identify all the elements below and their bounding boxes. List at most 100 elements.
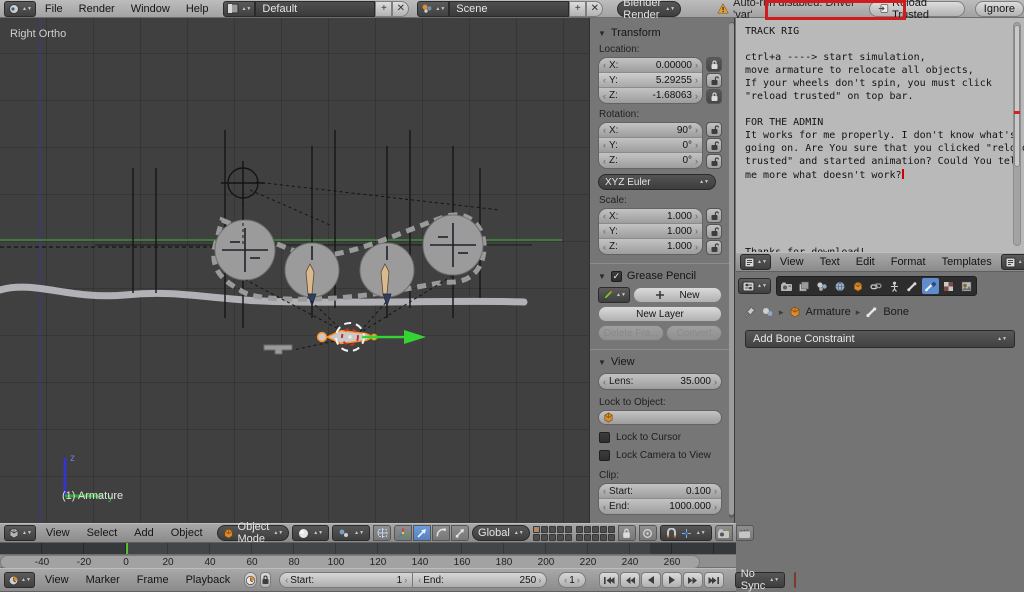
grease-pencil-panel-header[interactable]: ▼ ✓ Grease Pencil bbox=[598, 270, 722, 282]
ignore-button[interactable]: Ignore bbox=[975, 1, 1024, 17]
text-line[interactable] bbox=[745, 234, 1024, 247]
scale-z-field[interactable]: ‹Z:1.000› bbox=[599, 239, 702, 254]
layer-grid-right[interactable] bbox=[576, 526, 615, 541]
add-bone-constraint-dropdown[interactable]: Add Bone Constraint ▲▼ bbox=[745, 330, 1015, 348]
render-animation-button[interactable] bbox=[736, 525, 754, 541]
tl-menu-view[interactable]: View bbox=[38, 571, 76, 589]
layer-grid-left[interactable] bbox=[533, 526, 572, 541]
lock-camera-checkbox[interactable] bbox=[599, 450, 610, 461]
tab-render-layers[interactable] bbox=[796, 278, 813, 294]
render-still-button[interactable] bbox=[715, 525, 733, 541]
preview-range-button[interactable] bbox=[244, 572, 257, 588]
tab-constraints[interactable] bbox=[868, 278, 885, 294]
lock-location-z-button[interactable] bbox=[706, 89, 722, 104]
lock-to-cursor-row[interactable]: Lock to Cursor bbox=[599, 432, 722, 443]
scale-manipulator-button[interactable] bbox=[451, 525, 469, 541]
location-z-field[interactable]: ‹Z:-1.68063› bbox=[599, 88, 702, 103]
text-line[interactable]: me more what doesn't work? bbox=[745, 169, 1024, 182]
text-line[interactable]: TRACK RIG bbox=[745, 26, 1024, 39]
scene-datablock-icon[interactable] bbox=[761, 306, 774, 318]
lock-rotation-z-button[interactable] bbox=[706, 154, 722, 169]
text-line[interactable]: trusted" and started animation? Could Yo… bbox=[745, 156, 1024, 169]
tab-world[interactable] bbox=[832, 278, 849, 294]
scale-x-field[interactable]: ‹X:1.000› bbox=[599, 209, 702, 224]
add-scene-button[interactable]: + bbox=[569, 1, 586, 17]
jump-to-end-button[interactable] bbox=[704, 572, 724, 588]
reload-trusted-button[interactable]: Reload Trusted bbox=[869, 1, 965, 17]
scene-lock-button[interactable] bbox=[618, 525, 636, 541]
record-button[interactable] bbox=[794, 572, 796, 588]
viewport-3d[interactable]: z y Right Ortho (1) Armature bbox=[0, 18, 590, 523]
editor-type-3dview-button[interactable]: ▲▼ bbox=[4, 525, 36, 541]
close-screen-layout-button[interactable]: ✕ bbox=[392, 1, 409, 17]
frame-start-field[interactable]: ‹Start: 1› bbox=[279, 572, 413, 588]
editor-type-info-button[interactable]: ▲▼ bbox=[4, 1, 36, 17]
rotate-manipulator-button[interactable] bbox=[432, 525, 450, 541]
jump-to-start-button[interactable] bbox=[599, 572, 619, 588]
manipulator-tripod-button[interactable] bbox=[394, 525, 412, 541]
prev-keyframe-button[interactable] bbox=[620, 572, 640, 588]
location-x-field[interactable]: ‹X:0.00000› bbox=[599, 58, 702, 73]
grease-pencil-checkbox[interactable]: ✓ bbox=[611, 271, 622, 282]
interaction-mode-dropdown[interactable]: Object Mode ▲▼ bbox=[217, 525, 290, 541]
tab-bone[interactable] bbox=[904, 278, 921, 294]
grease-pencil-draw-dropdown[interactable]: ▲▼ bbox=[598, 287, 630, 303]
sync-mode-dropdown[interactable]: No Sync ▲▼ bbox=[735, 572, 785, 588]
lock-rotation-y-button[interactable] bbox=[706, 138, 722, 153]
tab-bone-constraint[interactable] bbox=[922, 278, 939, 294]
text-line[interactable]: going on. Are You sure that you clicked … bbox=[745, 143, 1024, 156]
text-menu-text[interactable]: Text bbox=[813, 253, 847, 271]
scrollbar-thumb[interactable] bbox=[1014, 25, 1020, 167]
text-line[interactable]: ctrl+a ----> start simulation, bbox=[745, 52, 1024, 65]
text-datablock-browse-button[interactable]: ▲▼ bbox=[1001, 254, 1024, 270]
close-scene-button[interactable]: ✕ bbox=[586, 1, 603, 17]
tab-object[interactable] bbox=[850, 278, 867, 294]
tab-material[interactable] bbox=[940, 278, 957, 294]
scale-y-field[interactable]: ‹Y:1.000› bbox=[599, 224, 702, 239]
breadcrumb-bone[interactable]: Bone bbox=[883, 306, 909, 318]
tab-render[interactable] bbox=[778, 278, 795, 294]
clip-start-field[interactable]: ‹Start:0.100› bbox=[599, 484, 721, 499]
transform-orientation-dropdown[interactable]: Global ▲▼ bbox=[472, 525, 530, 541]
text-line[interactable] bbox=[745, 39, 1024, 52]
screen-layout-name-field[interactable]: Default bbox=[255, 1, 375, 17]
lock-scale-y-button[interactable] bbox=[706, 224, 722, 239]
text-menu-edit[interactable]: Edit bbox=[849, 253, 882, 271]
timeline-track-area[interactable] bbox=[0, 543, 736, 554]
tab-object-data[interactable] bbox=[886, 278, 903, 294]
breadcrumb-object[interactable]: Armature bbox=[806, 306, 851, 318]
text-editor-content[interactable]: TRACK RIG ctrl+a ----> start simulation,… bbox=[745, 26, 1024, 252]
text-line[interactable] bbox=[745, 221, 1024, 234]
scrollbar-thumb[interactable] bbox=[729, 23, 734, 515]
tab-texture[interactable] bbox=[958, 278, 975, 294]
next-keyframe-button[interactable] bbox=[683, 572, 703, 588]
lock-to-cursor-checkbox[interactable] bbox=[599, 432, 610, 443]
scene-browse-button[interactable]: ▲▼ bbox=[417, 1, 449, 17]
vp-menu-add[interactable]: Add bbox=[127, 524, 161, 542]
new-layer-button[interactable]: New Layer bbox=[598, 306, 722, 322]
vp-menu-object[interactable]: Object bbox=[164, 524, 210, 542]
play-button[interactable] bbox=[662, 572, 682, 588]
layer-cell[interactable] bbox=[533, 526, 540, 533]
view-panel-header[interactable]: ▼ View bbox=[598, 356, 722, 368]
play-reverse-button[interactable] bbox=[641, 572, 661, 588]
lock-location-y-button[interactable] bbox=[706, 73, 722, 88]
rotation-y-field[interactable]: ‹Y:0°› bbox=[599, 138, 702, 153]
editor-type-timeline-button[interactable]: ▲▼ bbox=[4, 572, 35, 588]
rotation-mode-dropdown[interactable]: XYZ Euler ▲▼ bbox=[598, 174, 716, 190]
menu-help[interactable]: Help bbox=[179, 0, 216, 18]
vp-menu-select[interactable]: Select bbox=[80, 524, 125, 542]
convert-button[interactable]: Convert bbox=[666, 325, 722, 341]
timeline-scrollbar[interactable]: -40-200204060801001201401601802002202402… bbox=[0, 554, 736, 568]
translate-manipulator-arrow[interactable] bbox=[362, 330, 426, 344]
timeline-ruler[interactable]: -40-200204060801001201401601802002202402… bbox=[0, 555, 700, 569]
text-menu-templates[interactable]: Templates bbox=[935, 253, 999, 271]
viewport-shading-dropdown[interactable]: ▲▼ bbox=[292, 525, 329, 541]
text-menu-view[interactable]: View bbox=[773, 253, 811, 271]
scene-name-field[interactable]: Scene bbox=[449, 1, 569, 17]
pin-icon[interactable] bbox=[744, 306, 756, 318]
sidebar-scrollbar[interactable] bbox=[729, 22, 734, 518]
lock-to-object-field[interactable] bbox=[598, 410, 722, 425]
editor-type-text-button[interactable]: ▲▼ bbox=[740, 254, 771, 270]
location-y-field[interactable]: ‹Y:5.29255› bbox=[599, 73, 702, 88]
